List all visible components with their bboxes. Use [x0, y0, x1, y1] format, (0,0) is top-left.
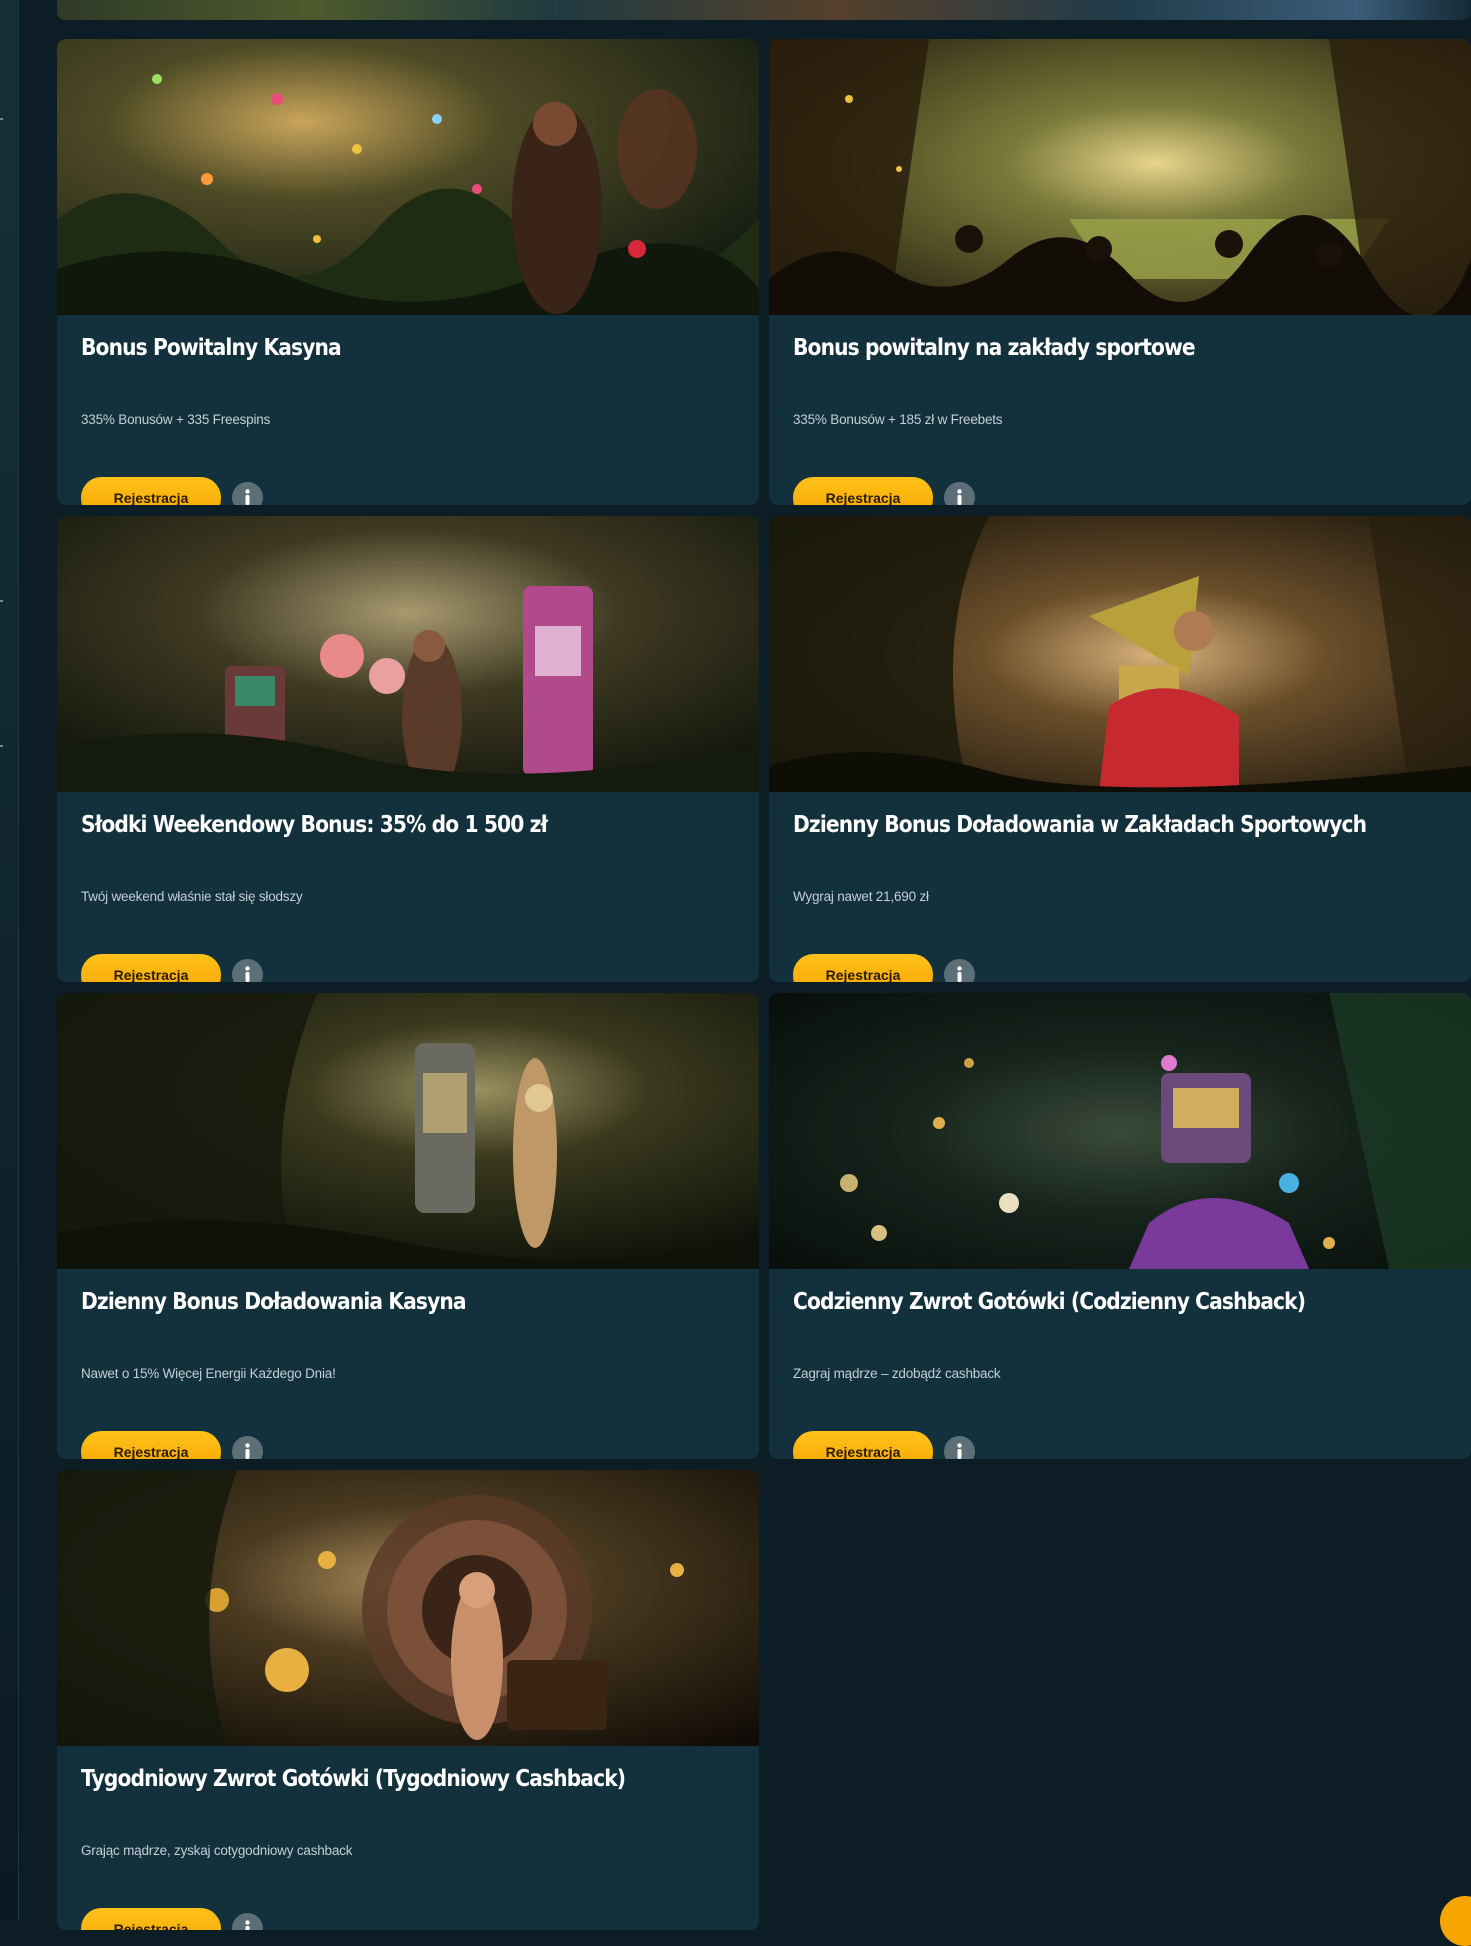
register-button[interactable]: Rejestracja [793, 1431, 933, 1459]
promo-title: Słodki Weekendowy Bonus: 35% do 1 500 zł [81, 812, 548, 838]
rail-marker [0, 600, 3, 602]
promo-card-sports-reload: Dzienny Bonus Doładowania w Zakładach Sp… [769, 516, 1471, 982]
promo-title: Tygodniowy Zwrot Gotówki (Tygodniowy Cas… [81, 1766, 626, 1792]
info-icon[interactable] [232, 1913, 263, 1930]
promo-image-slot-machine [57, 993, 759, 1269]
promo-subtitle: Zagraj mądrze – zdobądź cashback [793, 1366, 1001, 1381]
promo-title: Bonus powitalny na zakłady sportowe [793, 335, 1196, 361]
register-button[interactable]: Rejestracja [81, 954, 221, 982]
promo-card-weekly-cashback: Tygodniowy Zwrot Gotówki (Tygodniowy Cas… [57, 1470, 759, 1930]
promo-image-stadium [769, 39, 1471, 315]
promo-card-sports-welcome: Bonus powitalny na zakłady sportowe 335%… [769, 39, 1471, 505]
info-icon[interactable] [944, 959, 975, 982]
register-button[interactable]: Rejestracja [793, 477, 933, 505]
promo-subtitle: 335% Bonusów + 335 Freespins [81, 412, 271, 427]
promo-subtitle: Twój weekend właśnie stał się słodszy [81, 889, 303, 904]
promo-title: Codzienny Zwrot Gotówki (Codzienny Cashb… [793, 1289, 1306, 1315]
promo-image-roulette [57, 1470, 759, 1746]
info-icon[interactable] [232, 1436, 263, 1459]
promo-image-candy-slots [57, 516, 759, 792]
rail-marker [0, 745, 3, 747]
promo-subtitle: Wygraj nawet 21,690 zł [793, 889, 929, 904]
promo-subtitle: Nawet o 15% Więcej Energii Każdego Dnia! [81, 1366, 336, 1381]
left-sidebar-rail [0, 0, 19, 1920]
register-button[interactable]: Rejestracja [793, 954, 933, 982]
promo-image-treasure [769, 993, 1471, 1269]
promo-card-daily-cashback: Codzienny Zwrot Gotówki (Codzienny Cashb… [769, 993, 1471, 1459]
promo-subtitle: 335% Bonusów + 185 zł w Freebets [793, 412, 1003, 427]
register-button[interactable]: Rejestracja [81, 477, 221, 505]
register-button[interactable]: Rejestracja [81, 1431, 221, 1459]
promo-image-casino-welcome [57, 39, 759, 315]
previous-banner-edge [57, 0, 1471, 20]
promo-card-casino-reload: Dzienny Bonus Doładowania Kasyna Nawet o… [57, 993, 759, 1459]
promo-card-sweet-weekend: Słodki Weekendowy Bonus: 35% do 1 500 zł… [57, 516, 759, 982]
info-icon[interactable] [232, 959, 263, 982]
promo-title: Dzienny Bonus Doładowania Kasyna [81, 1289, 467, 1315]
promo-title: Bonus Powitalny Kasyna [81, 335, 342, 361]
info-icon[interactable] [944, 1436, 975, 1459]
info-icon[interactable] [944, 482, 975, 505]
promo-card-casino-welcome: Bonus Powitalny Kasyna 335% Bonusów + 33… [57, 39, 759, 505]
promo-title: Dzienny Bonus Doładowania w Zakładach Sp… [793, 812, 1367, 838]
promo-subtitle: Grając mądrze, zyskaj cotygodniowy cashb… [81, 1843, 353, 1858]
register-button[interactable]: Rejestracja [81, 1908, 221, 1930]
floating-action-button[interactable] [1440, 1896, 1471, 1946]
promo-image-trophy [769, 516, 1471, 792]
info-icon[interactable] [232, 482, 263, 505]
rail-marker [0, 118, 3, 120]
